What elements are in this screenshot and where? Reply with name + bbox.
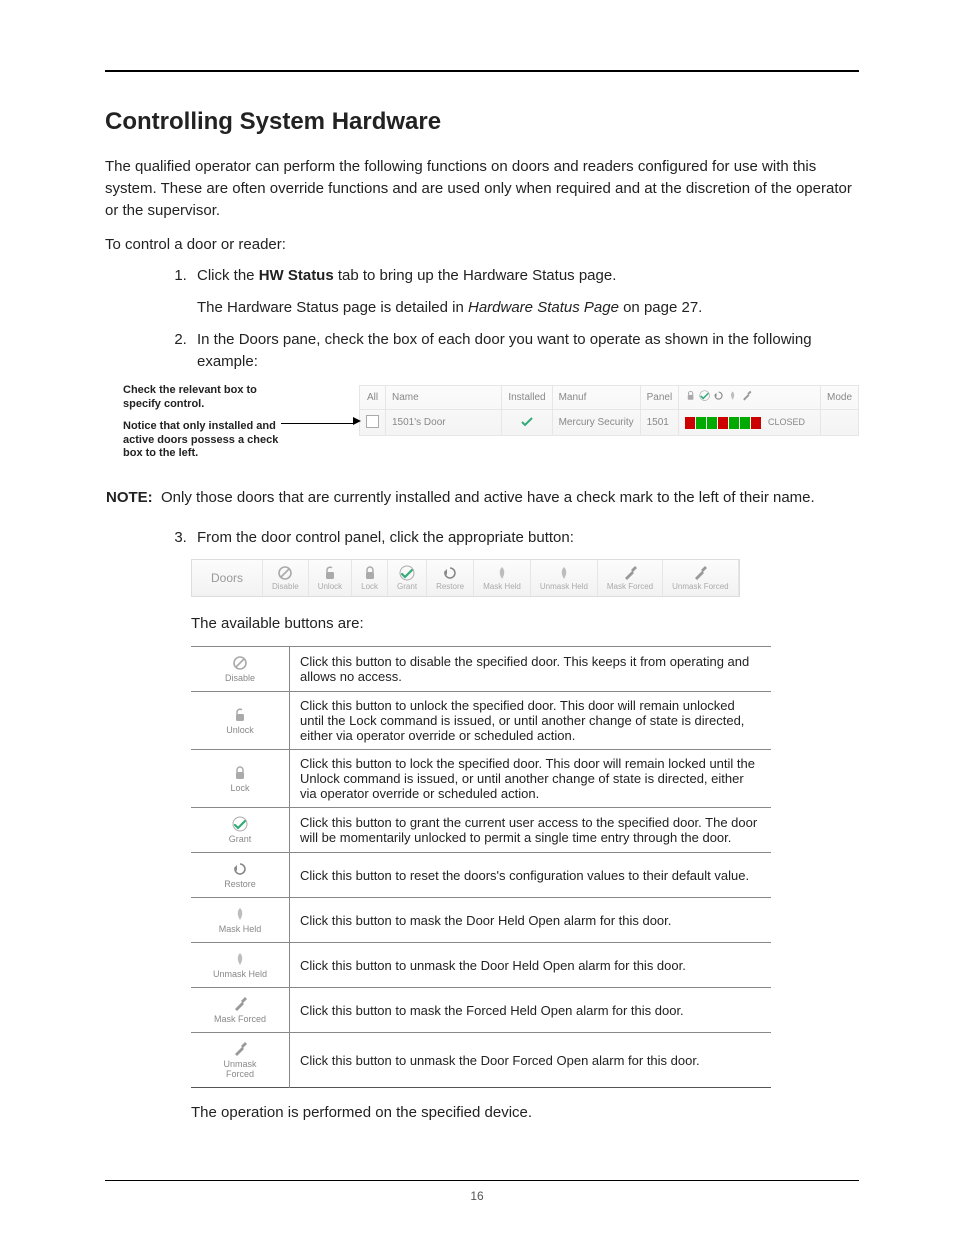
table-row: Mask Held Click this button to mask the … [191, 898, 771, 943]
unlock-desc: Click this button to unlock the specifie… [290, 692, 772, 750]
door-panel-cell: 1501 [640, 410, 679, 436]
grant-icon: Grant [209, 812, 271, 848]
door-name-cell: 1501's Door [386, 410, 502, 436]
mask-forced-icon: Mask Forced [209, 992, 271, 1028]
doors-pane-figure: Check the relevant box to specify contro… [105, 384, 859, 469]
door-status-cell: CLOSED [679, 410, 821, 436]
table-row: 1501's Door Mercury Security 1501 CLOSED [360, 410, 859, 436]
door-control-panel-figure: Doors Disable Unlock Lock Grant Restore … [191, 559, 859, 597]
grant-button[interactable]: Grant [388, 560, 427, 596]
lead-in-text: To control a door or reader: [105, 236, 859, 253]
col-mode: Mode [820, 386, 858, 410]
table-row: Unmask Forced Click this button to unmas… [191, 1033, 771, 1088]
table-row: Mask Forced Click this button to mask th… [191, 988, 771, 1033]
unlock-icon: Unlock [209, 703, 271, 739]
step-2: In the Doors pane, check the box of each… [191, 329, 859, 373]
col-panel: Panel [640, 386, 679, 410]
step-1-sub: The Hardware Status page is detailed in … [197, 297, 859, 319]
note-block: NOTE: Only those doors that are currentl… [96, 487, 859, 509]
door-manuf-cell: Mercury Security [552, 410, 640, 436]
unlock-button[interactable]: Unlock [309, 560, 352, 596]
unmask-held-button[interactable]: Unmask Held [531, 560, 598, 596]
mask-forced-desc: Click this button to mask the Forced Hel… [290, 988, 772, 1033]
disable-button[interactable]: Disable [263, 560, 309, 596]
intro-text: The qualified operator can perform the f… [105, 156, 859, 221]
mask-held-icon: Mask Held [209, 902, 271, 938]
lock-button[interactable]: Lock [352, 560, 388, 596]
table-row: Grant Click this button to grant the cur… [191, 808, 771, 853]
table-row: Restore Click this button to reset the d… [191, 853, 771, 898]
page-number: 16 [0, 1189, 954, 1203]
unmask-forced-desc: Click this button to unmask the Door For… [290, 1033, 772, 1088]
doors-table: All Name Installed Manuf Panel Mode 1501… [359, 385, 859, 436]
restore-button[interactable]: Restore [427, 560, 474, 596]
restore-desc: Click this button to reset the doors's c… [290, 853, 772, 898]
mask-forced-button[interactable]: Mask Forced [598, 560, 663, 596]
callout-check-box: Check the relevant box to specify contro… [123, 384, 281, 412]
restore-icon: Restore [209, 857, 271, 893]
unmask-held-desc: Click this button to unmask the Door Hel… [290, 943, 772, 988]
col-status-icons [679, 386, 821, 410]
panel-title: Doors [192, 560, 263, 596]
step-3: From the door control panel, click the a… [191, 527, 859, 549]
table-row: Unmask Held Click this button to unmask … [191, 943, 771, 988]
step-1: Click the HW Status tab to bring up the … [191, 265, 859, 319]
mask-held-button[interactable]: Mask Held [474, 560, 531, 596]
col-name: Name [386, 386, 502, 410]
disable-desc: Click this button to disable the specifi… [290, 647, 772, 692]
callout-installed-only: Notice that only installed and active do… [123, 420, 281, 461]
unmask-forced-icon: Unmask Forced [209, 1037, 271, 1083]
table-row: Lock Click this button to lock the speci… [191, 750, 771, 808]
door-checkbox[interactable] [366, 415, 379, 428]
mask-held-desc: Click this button to mask the Door Held … [290, 898, 772, 943]
lock-desc: Click this button to lock the specified … [290, 750, 772, 808]
col-installed: Installed [502, 386, 552, 410]
table-row: Disable Click this button to disable the… [191, 647, 771, 692]
installed-check-icon [520, 414, 534, 428]
final-text: The operation is performed on the specif… [191, 1102, 859, 1124]
callout-arrow [281, 423, 353, 508]
lock-icon: Lock [209, 761, 271, 797]
table-row: Unlock Click this button to unlock the s… [191, 692, 771, 750]
disable-icon: Disable [209, 651, 271, 687]
col-manuf: Manuf [552, 386, 640, 410]
grant-desc: Click this button to grant the current u… [290, 808, 772, 853]
unmask-forced-button[interactable]: Unmask Forced [663, 560, 738, 596]
col-all: All [360, 386, 386, 410]
unmask-held-icon: Unmask Held [209, 947, 271, 983]
available-buttons-text: The available buttons are: [191, 613, 859, 635]
page-title: Controlling System Hardware [105, 108, 859, 136]
buttons-description-table: Disable Click this button to disable the… [191, 646, 771, 1088]
